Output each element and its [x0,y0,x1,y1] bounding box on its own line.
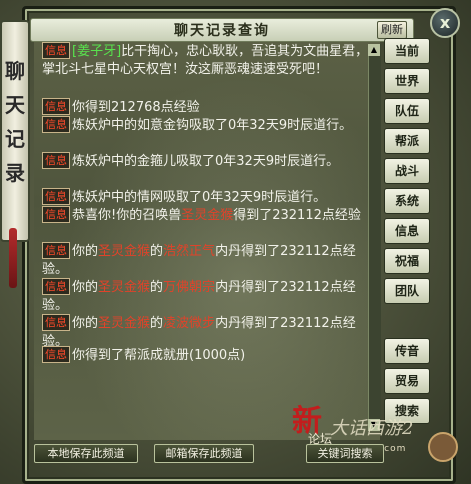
banner-tassel [9,228,17,288]
message-tag[interactable]: 信息 [42,98,70,115]
save-mail-button[interactable]: 邮箱保存此频道 [154,444,254,463]
tab-1[interactable]: 世界 [384,68,430,94]
tab-5[interactable]: 系统 [384,188,430,214]
message-tag[interactable]: 信息 [42,188,70,205]
chat-scrollbar[interactable] [368,44,381,430]
chat-message: 信息 你的圣灵金猴的浩然正气内丹得到了232112点经验。 [42,242,376,279]
tab-6[interactable]: 信息 [384,218,430,244]
chat-message: 信息 你得到212768点经验 [42,98,376,117]
chat-history-window: 聊天记录 聊天记录查询 刷新 x 信息 [姜子牙]比干掏心，忠心耿耿，吾追其为文曲… [0,0,471,484]
message-tag[interactable]: 信息 [42,206,70,223]
tab-4[interactable]: 战斗 [384,158,430,184]
message-text: 得到了232112点经验 [233,208,361,223]
message-text: 你的 [72,316,99,331]
chat-message: 信息 炼妖炉中的情网吸取了0年32天9时辰道行。 [42,188,376,207]
message-tag[interactable]: 信息 [42,242,70,259]
message-text: 的 [150,280,164,295]
message-text: 你的 [72,280,99,295]
highlight-text[interactable]: 万佛朝宗 [163,280,215,295]
message-tag[interactable]: 信息 [42,314,70,331]
message-text: 你得到212768点经验 [72,100,200,115]
chat-message: 信息 炼妖炉中的如意金钩吸取了0年32天9时辰道行。 [42,116,376,135]
highlight-text[interactable]: 圣灵金猴 [181,208,233,223]
highlight-text[interactable]: 圣灵金猴 [98,316,150,331]
tab-8[interactable]: 团队 [384,278,430,304]
message-text: 的 [150,244,164,259]
banner-text: 聊天记录 [5,59,25,185]
tab-0[interactable]: 当前 [384,38,430,64]
highlight-text[interactable]: 圣灵金猴 [98,280,150,295]
message-tag[interactable]: 信息 [42,116,70,133]
tab-7[interactable]: 祝福 [384,248,430,274]
tab-2[interactable]: 队伍 [384,98,430,124]
title-bar: 聊天记录查询 刷新 [30,18,414,42]
message-tag[interactable]: 信息 [42,152,70,169]
close-button[interactable]: x [430,8,460,38]
save-local-button[interactable]: 本地保存此频道 [34,444,138,463]
message-tag[interactable]: 信息 [42,278,70,295]
chat-message: 信息 你的圣灵金猴的万佛朝宗内丹得到了232112点经验。 [42,278,376,315]
message-text: 恭喜你!你的召唤兽 [72,208,182,223]
chat-message: 信息 炼妖炉中的金箍儿吸取了0年32天9时辰道行。 [42,152,376,171]
chat-log: 信息 [姜子牙]比干掏心，忠心耿耿，吾追其为文曲星君，掌北斗七星中心天权宫！汝这厮… [34,42,380,440]
tab-9[interactable]: 传音 [384,338,430,364]
message-tag[interactable]: 信息 [42,346,70,363]
scroll-up-icon[interactable]: ▲ [368,44,380,56]
highlight-text[interactable]: 浩然正气 [163,244,215,259]
highlight-text[interactable]: 圣灵金猴 [98,244,150,259]
message-text: 炼妖炉中的情网吸取了0年32天9时辰道行。 [72,190,327,205]
message-text: 炼妖炉中的如意金钩吸取了0年32天9时辰道行。 [72,118,353,133]
brand-sub: 大话西游2 [330,418,414,439]
message-text: 的 [150,316,164,331]
keyword-search-button[interactable]: 关键词搜索 [306,444,384,463]
window-title: 聊天记录查询 [174,23,270,39]
message-tag[interactable]: 信息 [42,42,70,59]
message-text: 你的 [72,244,99,259]
highlight-text[interactable]: [姜子牙] [72,44,121,59]
bottom-toolbar: 本地保存此频道 邮箱保存此频道 关键词搜索 [30,440,412,464]
chat-message: 信息 恭喜你!你的召唤兽圣灵金猴得到了232112点经验 [42,206,376,225]
side-banner: 聊天记录 [0,20,30,242]
highlight-text[interactable]: 凌波微步 [163,316,215,331]
message-text: 炼妖炉中的金箍儿吸取了0年32天9时辰道行。 [72,154,340,169]
chat-message: 信息 你得到了帮派成就册(1000点) [42,346,376,365]
seal-icon [428,432,458,462]
refresh-button[interactable]: 刷新 [377,21,407,39]
chat-message: 信息 [姜子牙]比干掏心，忠心耿耿，吾追其为文曲星君，掌北斗七星中心天权宫！汝这厮… [42,42,376,79]
tab-3[interactable]: 帮派 [384,128,430,154]
message-text: 你得到了帮派成就册(1000点) [72,348,246,363]
